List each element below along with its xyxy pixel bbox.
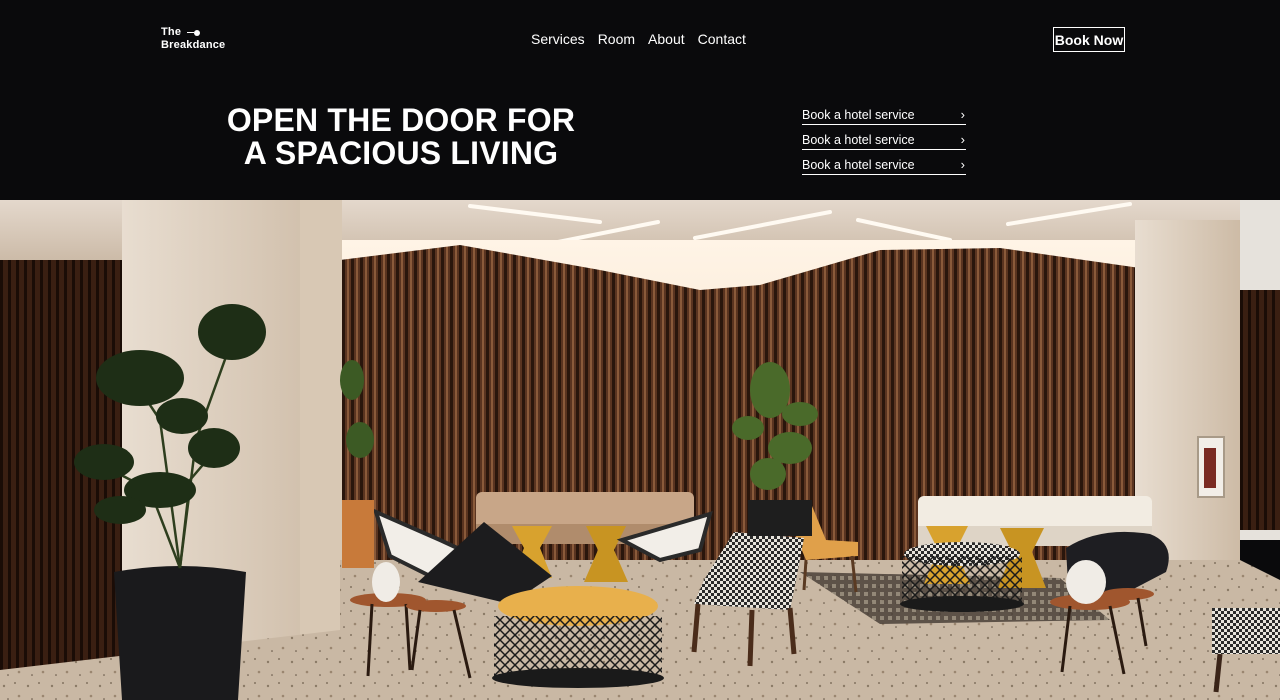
service-link-3[interactable]: Book a hotel service ›: [802, 155, 966, 175]
service-link-label: Book a hotel service: [802, 157, 915, 172]
book-now-button[interactable]: Book Now: [1053, 27, 1125, 52]
service-link-1[interactable]: Book a hotel service ›: [802, 105, 966, 125]
site-header: The Breakdance Services Room About Conta…: [0, 0, 1280, 200]
nav-item-about[interactable]: About: [648, 31, 685, 47]
chevron-right-icon: ›: [960, 107, 965, 122]
service-list: Book a hotel service › Book a hotel serv…: [802, 105, 966, 180]
main-nav: Services Room About Contact: [531, 31, 746, 47]
logo[interactable]: The Breakdance: [161, 26, 225, 52]
hotel-lobby-image: [0, 200, 1280, 700]
nav-item-room[interactable]: Room: [598, 31, 635, 47]
logo-text-line1: The: [161, 26, 182, 38]
service-link-label: Book a hotel service: [802, 132, 915, 147]
hero-title: OPEN THE DOOR FOR A SPACIOUS LIVING: [226, 102, 576, 171]
nav-item-contact[interactable]: Contact: [698, 31, 746, 47]
chevron-right-icon: ›: [960, 132, 965, 147]
nav-item-services[interactable]: Services: [531, 31, 585, 47]
key-icon: [187, 29, 201, 36]
service-link-label: Book a hotel service: [802, 107, 915, 122]
logo-text-line2: Breakdance: [161, 39, 226, 51]
service-link-2[interactable]: Book a hotel service ›: [802, 130, 966, 150]
chevron-right-icon: ›: [960, 157, 965, 172]
